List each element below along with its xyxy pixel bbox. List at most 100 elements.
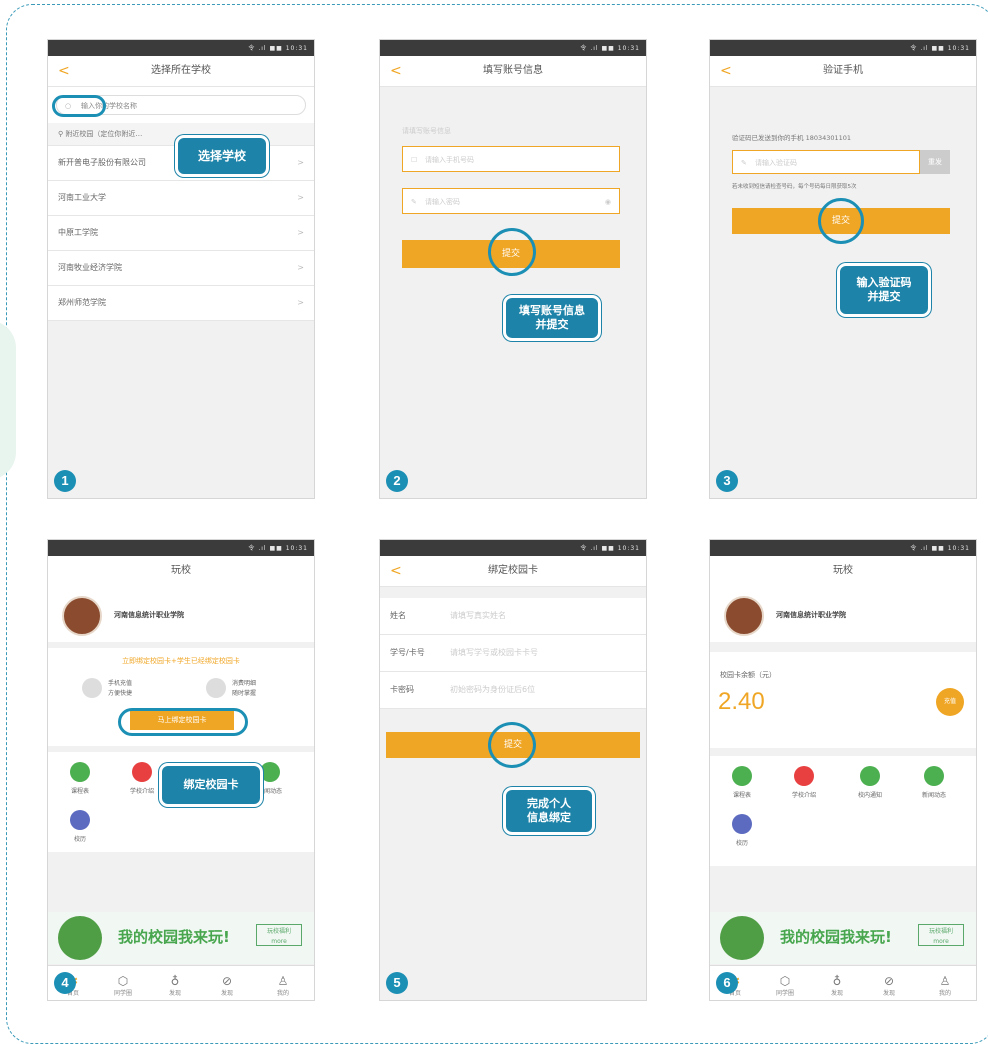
phone-screen-1: 令 .ıl ■■ 10:31 < 选择所在学校 ○ 输入你的学校名称 ⚲ 附近校… (48, 40, 314, 498)
badge-text: 玩校福利 (266, 928, 291, 935)
school-intro-icon[interactable] (794, 766, 814, 786)
name-row[interactable]: 姓名 请填写真实姓名 (380, 598, 646, 635)
badge-subtext: more (933, 938, 949, 945)
field-placeholder: 请填写学号或校园卡卡号 (450, 648, 538, 657)
page-title: 玩校 (833, 565, 853, 576)
school-logo (724, 596, 764, 636)
hexagon-icon: ⬡ (779, 974, 791, 988)
timetable-icon[interactable] (70, 762, 90, 782)
pencil-icon: ✎ (741, 159, 747, 167)
status-icons: 令 .ıl ■■ 10:31 (248, 545, 308, 552)
student-id-row[interactable]: 学号/卡号 请填写学号或校园卡卡号 (380, 635, 646, 672)
feature-label: 校内通知 (857, 792, 882, 799)
list-item[interactable]: 河南牧业经济学院 > (48, 251, 314, 286)
bell-icon: ♁ (832, 974, 842, 988)
card-password-row[interactable]: 卡密码 初始密码为身份证后6位 (380, 672, 646, 709)
phone-screen-3: 令 .ıl ■■ 10:31 < 验证手机 验证码已发送到你的手机 180343… (710, 40, 976, 498)
field-placeholder: 请输入手机号码 (425, 156, 474, 164)
chevron-right-icon: > (297, 158, 304, 167)
notice-icon[interactable] (860, 766, 880, 786)
list-item[interactable]: 郑州师范学院 > (48, 286, 314, 321)
phone-screen-5: 令 .ıl ■■ 10:31 < 绑定校园卡 姓名 请填写真实姓名 学号/卡号 请填… (380, 540, 646, 1000)
screen-header: 玩校 (710, 556, 976, 587)
calendar-icon[interactable] (732, 814, 752, 834)
password-field[interactable]: ✎ 请输入密码 ◉ (402, 188, 620, 214)
back-arrow-icon[interactable]: < (58, 56, 70, 86)
compass-icon: ⊘ (221, 974, 233, 988)
decorative-blob (0, 320, 16, 480)
tab-classmates[interactable]: ⬡ 同学圈 (108, 974, 138, 997)
list-item[interactable]: 河南工业大学 > (48, 181, 314, 216)
feature-label: 课程表 (732, 792, 751, 799)
school-name: 中原工学院 (58, 228, 98, 237)
school-name: 新开普电子股份有限公司 (58, 158, 146, 167)
status-bar: 令 .ıl ■■ 10:31 (710, 540, 976, 556)
eye-icon[interactable]: ◉ (605, 189, 611, 215)
feature-label: 学校介绍 (791, 792, 816, 799)
tab-me[interactable]: ♙ 我的 (930, 974, 960, 997)
status-bar: 令 .ıl ■■ 10:31 (48, 40, 314, 56)
tree-illustration-icon (58, 916, 102, 960)
promo-banner[interactable]: 我的校园我来玩! 玩校福利 more (48, 912, 314, 964)
feature-label: 课程表 (70, 788, 89, 795)
school-card: 河南信息统计职业学院 (710, 586, 976, 642)
resend-button[interactable]: 重发 (920, 150, 950, 174)
lock-icon: ✎ (411, 198, 417, 206)
code-field[interactable]: ✎ 请输入验证码 (732, 150, 920, 174)
back-arrow-icon[interactable]: < (720, 56, 732, 86)
screen-header: 玩校 (48, 556, 314, 587)
school-name: 河南信息统计职业学院 (114, 611, 184, 619)
tab-bar: ✱首页 ⬡同学圈 ♁发现 ⊘发现 ♙我的 (710, 965, 976, 1000)
status-bar: 令 .ıl ■■ 10:31 (710, 40, 976, 56)
phone-number-field[interactable]: ☐ 请输入手机号码 (402, 146, 620, 172)
school-name: 河南牧业经济学院 (58, 263, 122, 272)
calendar-icon[interactable] (70, 810, 90, 830)
recharge-button[interactable]: 充值 (936, 688, 964, 716)
badge-text: 玩校福利 (928, 928, 953, 935)
school-name: 郑州师范学院 (58, 298, 106, 307)
highlight-ring (488, 722, 536, 768)
status-bar: 令 .ıl ■■ 10:31 (48, 540, 314, 556)
timetable-icon[interactable] (732, 766, 752, 786)
status-icons: 令 .ıl ■■ 10:31 (248, 45, 308, 52)
chevron-right-icon: > (297, 263, 304, 272)
tab-discover[interactable]: ♁ 发现 (160, 974, 190, 997)
highlight-ring (52, 95, 106, 117)
tab-explore[interactable]: ⊘ 发现 (874, 974, 904, 997)
location-pin-icon: ⚲ (58, 130, 64, 138)
sent-text: 验证码已发送到你的手机 18034301101 (732, 134, 852, 142)
balance-label: 校园卡余额（元） (720, 671, 776, 679)
status-icons: 令 .ıl ■■ 10:31 (580, 545, 640, 552)
feature-label: 消费明细 (232, 680, 257, 687)
field-placeholder: 请填写真实姓名 (450, 611, 506, 620)
tab-classmates[interactable]: ⬡ 同学圈 (770, 974, 800, 997)
school-intro-icon[interactable] (132, 762, 152, 782)
step-number: 2 (386, 470, 408, 492)
status-bar: 令 .ıl ■■ 10:31 (380, 540, 646, 556)
school-name: 河南信息统计职业学院 (776, 611, 846, 619)
back-arrow-icon[interactable]: < (390, 56, 402, 86)
highlight-ring (488, 228, 536, 276)
step-callout: 选择学校 (178, 138, 266, 174)
tab-me[interactable]: ♙ 我的 (268, 974, 298, 997)
tab-discover[interactable]: ♁ 发现 (822, 974, 852, 997)
step-number: 4 (54, 972, 76, 994)
screen-header: < 绑定校园卡 (380, 556, 646, 587)
field-label: 姓名 (390, 611, 406, 620)
list-item[interactable]: 中原工学院 > (48, 216, 314, 251)
news-icon[interactable] (260, 762, 280, 782)
field-placeholder: 初始密码为身份证后6位 (450, 685, 536, 694)
banner-badge: 玩校福利 more (918, 924, 964, 946)
highlight-ring (818, 198, 864, 244)
page-title: 验证手机 (823, 65, 863, 76)
chevron-right-icon: > (297, 228, 304, 237)
news-icon[interactable] (924, 766, 944, 786)
back-arrow-icon[interactable]: < (390, 556, 402, 586)
feature-label: 新闻动态 (921, 792, 946, 799)
field-label: 学号/卡号 (390, 648, 425, 657)
step-callout: 填写账号信息 并提交 (506, 298, 598, 338)
tab-explore[interactable]: ⊘ 发现 (212, 974, 242, 997)
feature-label: 手机充值 (108, 680, 133, 687)
person-icon: ♙ (277, 974, 289, 988)
promo-banner[interactable]: 我的校园我来玩! 玩校福利 more (710, 912, 976, 964)
